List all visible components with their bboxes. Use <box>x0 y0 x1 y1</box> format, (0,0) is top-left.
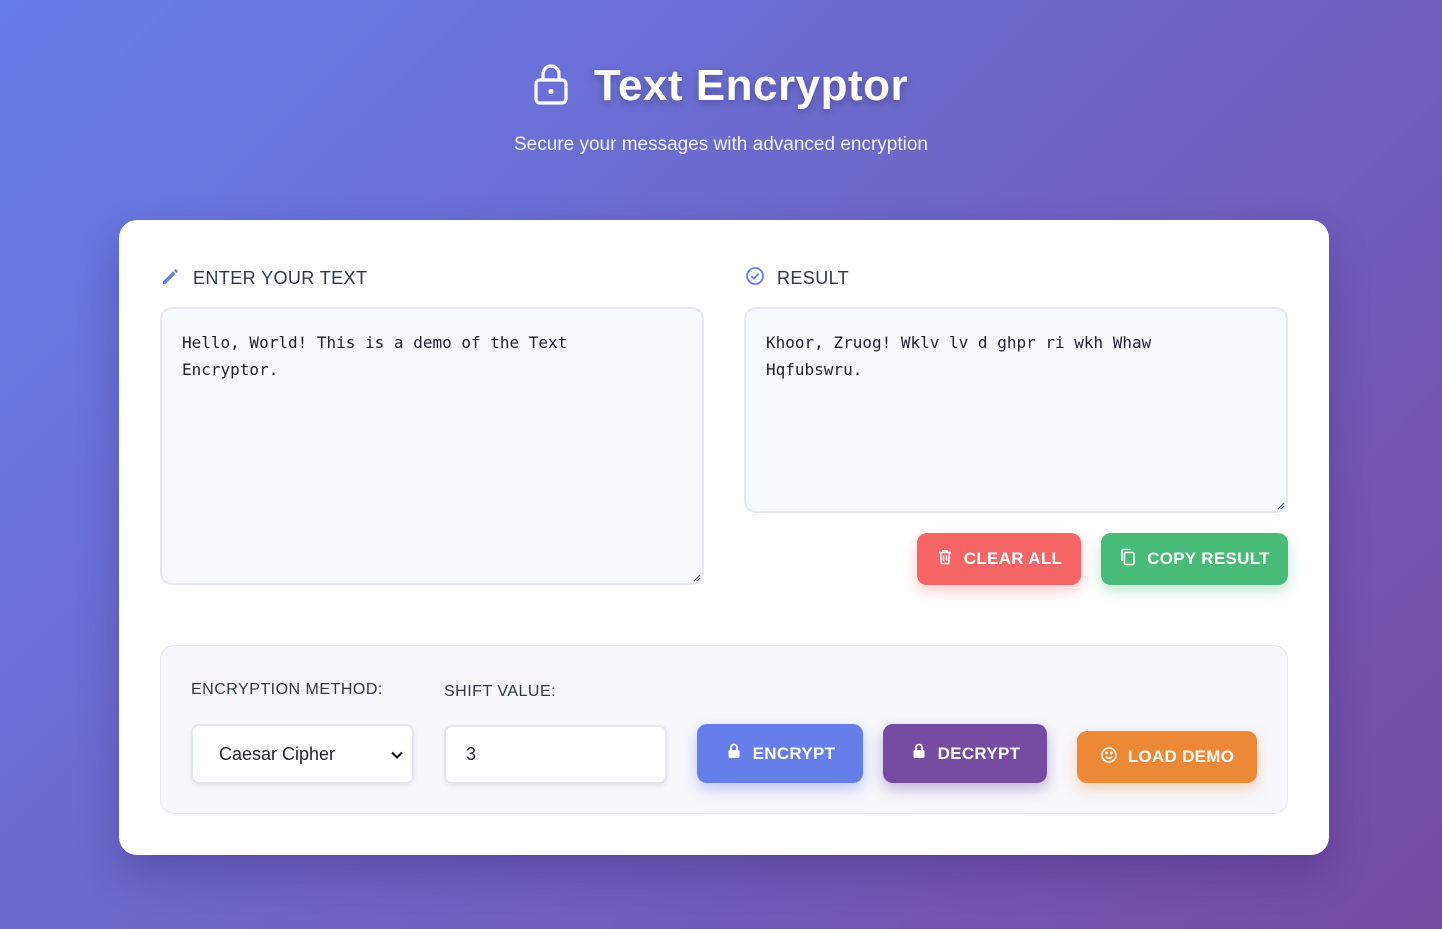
copy-result-label: COPY RESULT <box>1147 549 1270 568</box>
pencil-icon <box>161 266 181 291</box>
shift-value-input[interactable]: 3 <box>444 725 667 784</box>
trash-icon <box>936 548 954 571</box>
load-demo-button[interactable]: LOAD DEMO <box>1077 731 1257 783</box>
input-label: ENTER YOUR TEXT <box>161 266 367 291</box>
decrypt-button[interactable]: DECRYPT <box>883 724 1047 783</box>
shift-label: SHIFT VALUE: <box>444 683 557 700</box>
encryption-method-select[interactable]: Caesar Cipher <box>191 724 414 784</box>
title-row: Text Encryptor <box>0 58 1442 114</box>
page-subtitle: Secure your messages with advanced encry… <box>513 134 928 155</box>
shift-input-value: 3 <box>466 744 477 764</box>
controls-panel: ENCRYPTION METHOD: SHIFT VALUE: Caesar C… <box>160 645 1288 814</box>
input-label-text: ENTER YOUR TEXT <box>193 268 368 288</box>
lock-icon <box>910 742 928 765</box>
copy-result-button[interactable]: COPY RESULT <box>1101 533 1288 585</box>
result-textarea[interactable]: Khoor, Zruog! Wklv lv d ghpr ri wkh Whaw… <box>744 307 1288 513</box>
smile-icon <box>1100 746 1118 769</box>
result-label: RESULT <box>745 266 849 291</box>
clear-all-label: CLEAR ALL <box>963 549 1063 568</box>
app-header: Text Encryptor Secure your messages with… <box>0 58 1442 156</box>
copy-icon <box>1119 548 1137 571</box>
method-label: ENCRYPTION METHOD: <box>191 681 383 698</box>
load-demo-label: LOAD DEMO <box>1127 747 1235 766</box>
resize-handle-icon[interactable] <box>691 572 701 582</box>
lock-icon <box>725 742 743 765</box>
input-textarea[interactable]: Hello, World! This is a demo of the Text… <box>160 307 704 585</box>
page-title: Text Encryptor <box>593 61 909 110</box>
resize-handle-icon[interactable] <box>1275 500 1285 510</box>
encrypt-button[interactable]: ENCRYPT <box>697 724 863 783</box>
decrypt-label: DECRYPT <box>937 743 1021 763</box>
encrypt-label: ENCRYPT <box>752 743 836 763</box>
chevron-down-icon <box>391 751 403 759</box>
check-circle-icon <box>745 266 765 291</box>
result-label-text: RESULT <box>777 268 850 288</box>
main-card: ENTER YOUR TEXT Hello, World! This is a … <box>119 220 1329 855</box>
clear-all-button[interactable]: CLEAR ALL <box>917 533 1081 585</box>
lock-icon <box>534 63 568 110</box>
method-select-value: Caesar Cipher <box>219 743 336 764</box>
